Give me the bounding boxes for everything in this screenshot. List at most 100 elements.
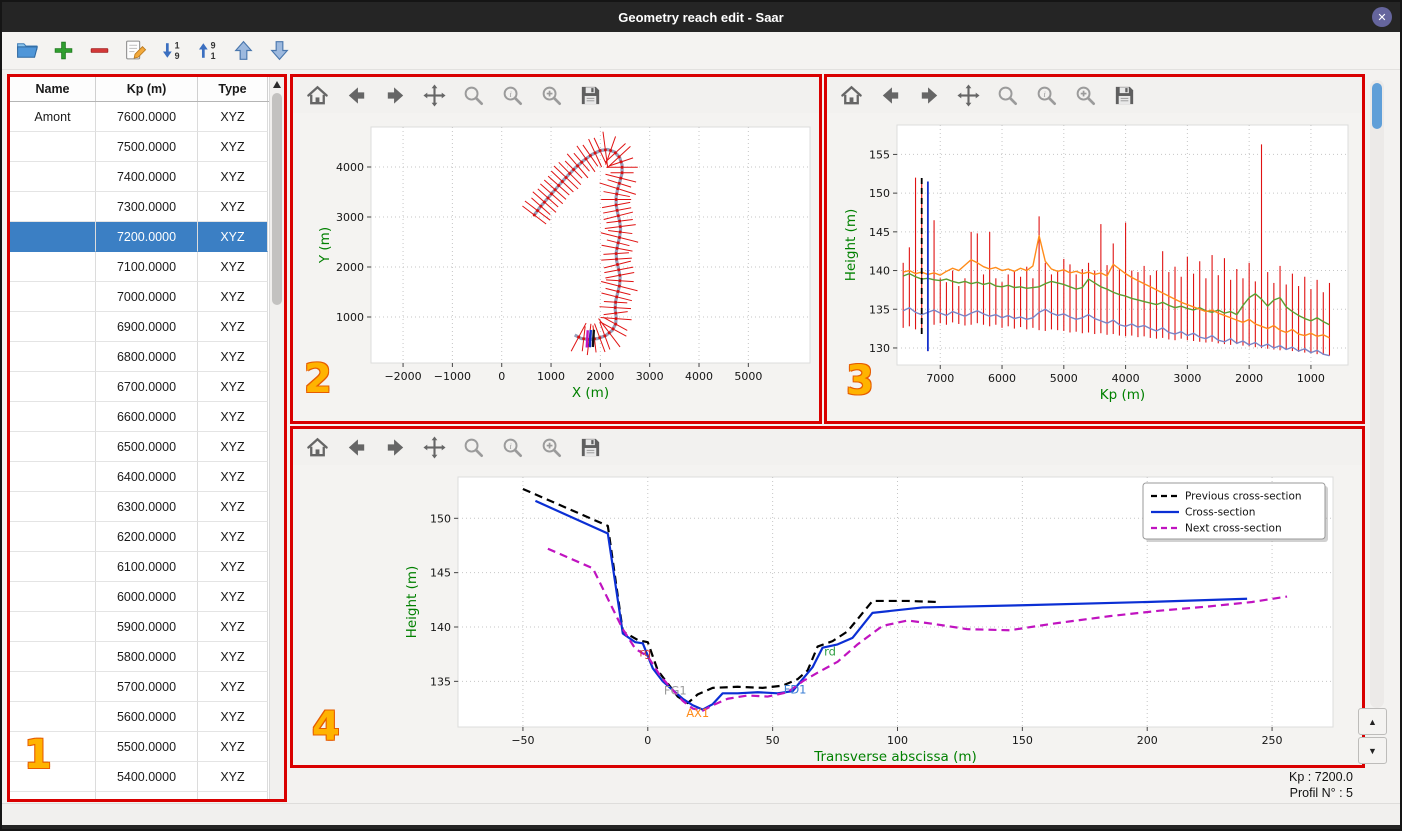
table-cell[interactable]: XYZ [198,192,268,222]
cross-section-canvas[interactable]: −50 0 50 100 150 200 250 135 140 145 150 Transverse… [293,465,1362,765]
table-cell[interactable]: 5600.0000 [96,702,198,732]
table-cell[interactable] [10,252,96,282]
table-cell[interactable]: XYZ [198,402,268,432]
window-scrollbar-thumb[interactable] [1372,83,1382,129]
table-cell[interactable]: XYZ [198,492,268,522]
forward-icon[interactable] [917,83,942,108]
table-row[interactable]: 7000.0000 XYZ [10,282,269,312]
sort-ascending-icon[interactable]: 91 [195,38,220,63]
profile-up-button[interactable]: ▲ [1358,708,1387,735]
table-row[interactable]: 7400.0000 XYZ [10,162,269,192]
table-cell[interactable]: XYZ [198,552,268,582]
table-cell[interactable]: XYZ [198,702,268,732]
move-up-icon[interactable] [231,38,256,63]
table-cell[interactable] [10,672,96,702]
table-row[interactable]: 5600.0000 XYZ [10,702,269,732]
zoom-icon[interactable] [461,83,486,108]
forward-icon[interactable] [383,83,408,108]
save-icon[interactable] [578,83,603,108]
home-icon[interactable] [305,435,330,460]
table-cell[interactable]: XYZ [198,642,268,672]
table-scrollbar[interactable] [269,77,284,799]
move-down-icon[interactable] [267,38,292,63]
table-cell[interactable]: 5400.0000 [96,762,198,792]
table-row[interactable]: 5900.0000 XYZ [10,612,269,642]
table-cell[interactable] [10,342,96,372]
table-cell[interactable]: XYZ [198,462,268,492]
delete-row-icon[interactable] [87,38,112,63]
add-row-icon[interactable] [51,38,76,63]
pan-icon[interactable] [422,83,447,108]
table-cell[interactable]: XYZ [198,732,268,762]
zoom-to-rect-icon[interactable] [539,83,564,108]
home-icon[interactable] [839,83,864,108]
back-icon[interactable] [344,435,369,460]
table-cell[interactable]: 6600.0000 [96,402,198,432]
table-cell[interactable] [10,612,96,642]
column-header[interactable]: Type [198,77,268,101]
table-cell[interactable]: 6200.0000 [96,522,198,552]
table-cell[interactable]: 6800.0000 [96,342,198,372]
table-cell[interactable] [10,702,96,732]
table-cell[interactable] [10,372,96,402]
table-cell[interactable] [10,492,96,522]
table-cell[interactable]: XYZ [198,162,268,192]
table-cell[interactable]: 5700.0000 [96,672,198,702]
table-row[interactable]: 5700.0000 XYZ [10,672,269,702]
profile-down-button[interactable]: ▼ [1358,737,1387,764]
table-cell[interactable]: XYZ [198,372,268,402]
table-cell[interactable]: XYZ [198,762,268,792]
home-icon[interactable] [305,83,330,108]
table-cell[interactable] [10,582,96,612]
table-cell[interactable]: XYZ [198,612,268,642]
table-cell[interactable] [10,642,96,672]
table-row[interactable]: 6400.0000 XYZ [10,462,269,492]
table-cell[interactable] [10,132,96,162]
table-cell[interactable]: 7500.0000 [96,132,198,162]
plan-view-figure[interactable]: −2000 −1000 0 1000 2000 3000 4000 5000 1000 2000 3… [293,113,819,421]
table-cell[interactable]: 6300.0000 [96,492,198,522]
table-row[interactable]: 6000.0000 XYZ [10,582,269,612]
column-header[interactable]: Name [10,77,96,101]
zoom-icon[interactable] [461,435,486,460]
zoom-icon[interactable] [995,83,1020,108]
scroll-up-arrow-icon[interactable] [273,81,281,88]
table-cell[interactable]: 5500.0000 [96,732,198,762]
table-cell[interactable]: 7200.0000 [96,222,198,252]
table-cell[interactable]: 6500.0000 [96,432,198,462]
column-header[interactable]: Kp (m) [96,77,198,101]
table-cell[interactable]: XYZ [198,792,268,799]
table-row[interactable]: 7300.0000 XYZ [10,192,269,222]
back-icon[interactable] [344,83,369,108]
table-cell[interactable]: XYZ [198,222,268,252]
pan-icon[interactable] [422,435,447,460]
table-row[interactable]: 6200.0000 XYZ [10,522,269,552]
table-cell[interactable]: Amont [10,102,96,132]
plan-view-canvas[interactable]: −2000 −1000 0 1000 2000 3000 4000 5000 1000 2000 3… [293,113,819,421]
forward-icon[interactable] [383,435,408,460]
table-cell[interactable] [10,792,96,799]
table-cell[interactable]: 5900.0000 [96,612,198,642]
table-cell[interactable]: 5300.0000 [96,792,198,799]
table-cell[interactable] [10,222,96,252]
zoom-to-rect-icon[interactable] [539,435,564,460]
configure-subplots-icon[interactable]: i [1034,83,1059,108]
table-row[interactable]: 7100.0000 XYZ [10,252,269,282]
pan-icon[interactable] [956,83,981,108]
table-row[interactable]: 6300.0000 XYZ [10,492,269,522]
zoom-to-rect-icon[interactable] [1073,83,1098,108]
table-cell[interactable]: XYZ [198,342,268,372]
table-cell[interactable] [10,192,96,222]
table-cell[interactable]: XYZ [198,312,268,342]
save-icon[interactable] [1112,83,1137,108]
close-button[interactable]: ✕ [1372,7,1392,27]
table-cell[interactable]: 7400.0000 [96,162,198,192]
table-cell[interactable] [10,402,96,432]
table-row[interactable]: 5800.0000 XYZ [10,642,269,672]
table-row[interactable]: 5300.0000XYZ [10,792,269,799]
cross-section-figure[interactable]: −50 0 50 100 150 200 250 135 140 145 150 Transverse… [293,465,1362,765]
table-row[interactable]: 7200.0000 XYZ [10,222,269,252]
table-cell[interactable] [10,762,96,792]
table-cell[interactable]: 7100.0000 [96,252,198,282]
configure-subplots-icon[interactable]: i [500,83,525,108]
